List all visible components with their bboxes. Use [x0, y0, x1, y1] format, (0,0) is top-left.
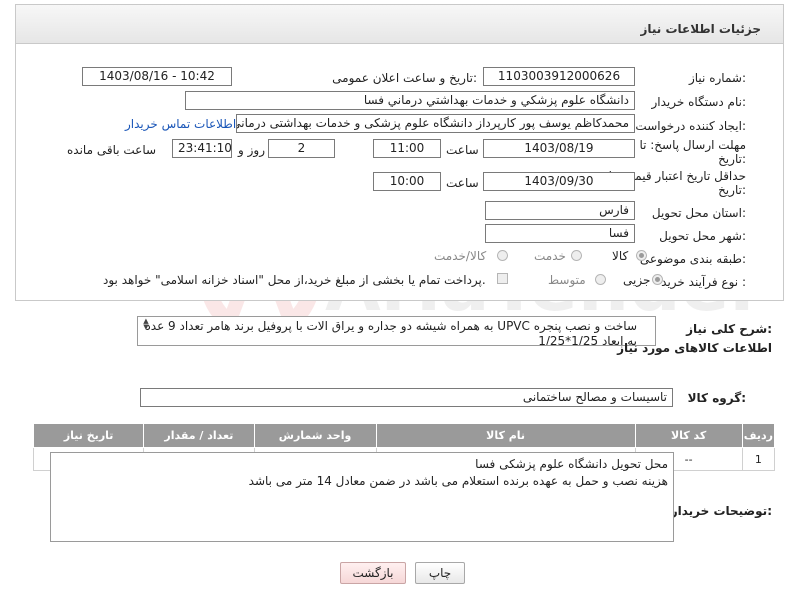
requester-field: محمدکاظم یوسف پور کارپرداز دانشگاه علوم …	[236, 114, 635, 133]
purchase-minor-label: جزیی	[623, 273, 651, 287]
goods-section-title: اطلاعات کالاهای مورد نیاز	[617, 341, 772, 355]
purchase-radio-minor[interactable]	[652, 274, 663, 285]
back-button[interactable]: بازگشت	[340, 562, 406, 584]
panel-header: جزئیات اطلاعات نیاز	[15, 4, 784, 44]
province-field: فارس	[485, 201, 635, 220]
announce-datetime-label: تاریخ و ساعت اعلان عمومی:	[332, 71, 477, 85]
reply-deadline-time: 11:00	[373, 139, 441, 158]
category-goods-label: کالا	[612, 249, 629, 263]
reply-time-label: ساعت	[446, 143, 479, 157]
goods-group-label: گروه کالا:	[687, 391, 746, 405]
remaining-time: 23:41:10	[172, 139, 232, 158]
col-header-name: نام کالا	[375, 423, 636, 448]
days-label: روز و	[238, 143, 265, 157]
page-title: جزئیات اطلاعات نیاز	[640, 22, 761, 36]
need-number-label: شماره نیاز:	[688, 71, 746, 85]
col-header-row-number: ردیف	[741, 423, 776, 448]
price-validity-date: 1403/09/30	[483, 172, 635, 191]
price-validity-label-line2: تاریخ:	[718, 183, 746, 197]
province-label: استان محل تحویل:	[651, 206, 746, 220]
city-label: شهر محل تحویل:	[659, 229, 746, 243]
buyer-org-field: دانشگاه علوم پزشكي و خدمات بهداشتي درمان…	[185, 91, 635, 110]
requester-label: ایجاد کننده درخواست:	[635, 119, 746, 133]
category-radio-goods-service[interactable]	[497, 250, 508, 261]
city-field: فسا	[485, 224, 635, 243]
remaining-label: ساعت باقی مانده	[67, 143, 157, 157]
category-radio-service[interactable]	[571, 250, 582, 261]
buyer-contact-link[interactable]: اطلاعات تماس خریدار	[125, 117, 236, 131]
reply-deadline-label-line2: تاریخ:	[718, 152, 746, 166]
buyer-notes-line-1: محل تحویل دانشگاه علوم پزشکی فسا	[475, 457, 668, 471]
reply-deadline-label: مهلت ارسال پاسخ: تا	[639, 138, 746, 152]
cell-row-number: 1	[741, 447, 776, 471]
purchase-radio-medium[interactable]	[595, 274, 606, 285]
col-header-need-date: تاریخ نیاز	[32, 423, 145, 448]
category-label: طبقه بندی موضوعی:	[639, 252, 746, 266]
category-goods-service-label: کالا/خدمت	[434, 249, 487, 263]
purchase-type-label: نوع فرآیند خرید :	[661, 275, 746, 289]
print-button[interactable]: چاپ	[415, 562, 465, 584]
col-header-code: کد کالا	[634, 423, 743, 448]
buyer-notes-textarea[interactable]: محل تحویل دانشگاه علوم پزشکی فسا هزینه ن…	[50, 452, 674, 542]
need-number-field: 1103003912000626	[483, 67, 635, 86]
goods-group-field: تاسیسات و مصالح ساختمانی	[140, 388, 673, 407]
validity-time-label: ساعت	[446, 176, 479, 190]
purchase-medium-label: متوسط	[548, 273, 586, 287]
table-header-row: ردیف کد کالا نام کالا واحد شمارش تعداد /…	[32, 423, 776, 448]
col-header-unit: واحد شمارش	[253, 423, 377, 448]
description-textarea[interactable]: ساخت و نصب پنجره UPVC به همراه شیشه دو ج…	[137, 316, 656, 346]
description-label: شرح کلی نیاز:	[686, 322, 772, 336]
description-scroll-icon[interactable]: ▲ ▼	[141, 318, 151, 331]
remaining-days: 2	[268, 139, 335, 158]
treasury-payment-checkbox[interactable]	[497, 273, 508, 284]
buyer-notes-label: توضیحات خریدار:	[670, 504, 772, 518]
category-radio-goods[interactable]	[636, 250, 647, 261]
price-validity-time: 10:00	[373, 172, 441, 191]
buyer-notes-line-2: هزینه نصب و حمل به عهده برنده استعلام می…	[248, 474, 668, 488]
reply-deadline-date: 1403/08/19	[483, 139, 635, 158]
col-header-quantity: تعداد / مقدار	[143, 423, 255, 448]
buyer-org-label: نام دستگاه خریدار:	[651, 95, 747, 109]
category-service-label: خدمت	[534, 249, 566, 263]
treasury-payment-note: پرداخت تمام یا بخشی از مبلغ خرید،از محل …	[103, 273, 486, 287]
announce-datetime-field: 1403/08/16 - 10:42	[82, 67, 232, 86]
